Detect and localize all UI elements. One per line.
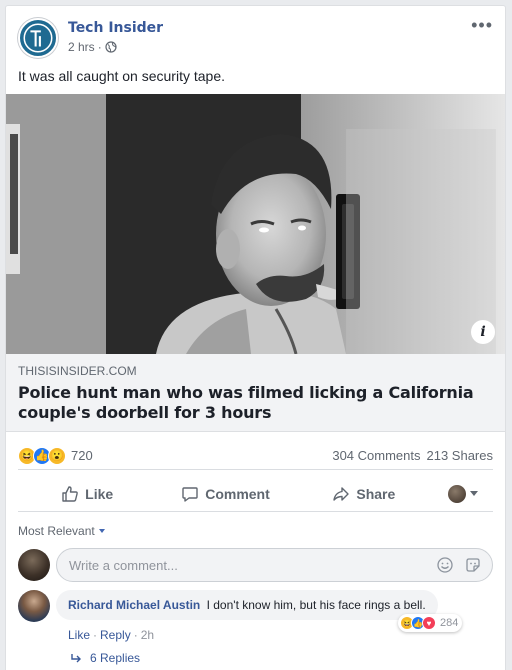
post-text: It was all caught on security tape. — [18, 68, 225, 84]
comment-reply-link[interactable]: Reply — [100, 628, 131, 642]
share-label: Share — [356, 485, 396, 502]
share-button[interactable]: Share — [295, 485, 433, 503]
comment-text: I don't know him, but his face rings a b… — [206, 598, 426, 612]
like-button[interactable]: Like — [18, 485, 156, 503]
tech-insider-logo-icon — [20, 20, 56, 56]
sticker-icon[interactable] — [464, 556, 482, 574]
commenter-avatar[interactable] — [18, 590, 50, 622]
post-stats: 😆 👍 😮 720 304 Comments 213 Shares — [18, 442, 493, 470]
post-header: Tech Insider 2 hrs · ••• — [18, 16, 493, 60]
view-replies-link[interactable]: 6 Replies — [70, 651, 140, 665]
comment-like-link[interactable]: Like — [68, 628, 90, 642]
emoji-icon[interactable] — [436, 556, 454, 574]
meta-separator: · — [97, 40, 102, 54]
info-icon[interactable]: i — [471, 320, 495, 344]
wow-reaction-icon: 😮 — [48, 446, 66, 465]
meta-separator: · — [93, 628, 98, 642]
composer-icons — [436, 556, 482, 574]
user-mini-avatar — [447, 484, 466, 503]
post-card: Tech Insider 2 hrs · ••• It was all caug… — [5, 5, 506, 670]
replies-label: 6 Replies — [90, 651, 141, 665]
comment-time[interactable]: 2h — [141, 628, 154, 642]
link-title[interactable]: Police hunt man who was filmed licking a… — [18, 383, 493, 423]
link-domain: THISISINSIDER.COM — [18, 364, 137, 378]
globe-icon — [105, 41, 117, 53]
share-arrow-icon — [333, 486, 350, 501]
comment-composer — [18, 548, 493, 582]
page-avatar[interactable] — [18, 18, 58, 58]
post-image[interactable]: i — [6, 94, 505, 354]
stats-right: 304 Comments 213 Shares — [332, 448, 493, 463]
love-reaction-icon: ♥ — [422, 616, 436, 630]
thumbs-up-icon — [62, 485, 78, 502]
reaction-summary[interactable]: 😆 👍 😮 720 — [18, 446, 93, 465]
meta-separator: · — [133, 628, 138, 642]
comment-sort-label: Most Relevant — [18, 524, 95, 538]
chevron-down-icon — [469, 491, 478, 496]
comment-sort-dropdown[interactable]: Most Relevant — [18, 524, 105, 538]
comment-meta: Like · Reply · 2h — [68, 628, 154, 642]
post-time[interactable]: 2 hrs — [68, 40, 95, 54]
post-meta: 2 hrs · — [68, 40, 117, 54]
comment-reaction-summary[interactable]: 😆 👍 ♥ 284 — [398, 614, 463, 632]
security-camera-photo — [6, 94, 505, 354]
shares-count[interactable]: 213 Shares — [427, 448, 494, 463]
comment-reaction-count: 284 — [440, 617, 459, 629]
action-bar: Like Comment Share — [18, 476, 493, 512]
comment-button[interactable]: Comment — [156, 485, 294, 503]
comment-icon — [182, 486, 198, 502]
comment-input-container[interactable] — [56, 548, 493, 582]
page-name[interactable]: Tech Insider — [68, 20, 163, 36]
ellipsis-icon[interactable]: ••• — [471, 16, 493, 34]
comment-label: Comment — [205, 485, 270, 502]
comment-input[interactable] — [69, 557, 436, 573]
reaction-count[interactable]: 720 — [71, 448, 93, 463]
link-preview[interactable]: THISISINSIDER.COM Police hunt man who wa… — [6, 354, 505, 432]
like-label: Like — [85, 485, 114, 502]
comment-author[interactable]: Richard Michael Austin — [68, 598, 200, 612]
reply-arrow-icon — [71, 654, 81, 663]
sort-caret-icon — [98, 529, 105, 533]
share-audience-selector[interactable] — [433, 484, 493, 503]
comments-count[interactable]: 304 Comments — [332, 448, 420, 463]
current-user-avatar[interactable] — [18, 549, 50, 581]
comment-bubble: Richard Michael Austin I don't know him,… — [56, 590, 438, 620]
